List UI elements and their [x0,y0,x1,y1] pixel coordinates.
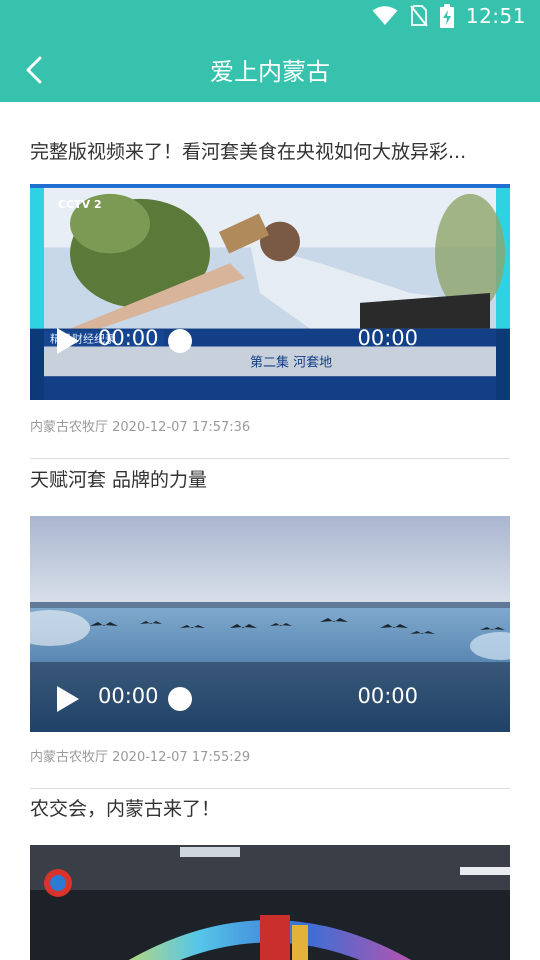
current-time: 00:00 [98,684,159,708]
article-title[interactable]: 完整版视频来了！看河套美食在央视如何大放异彩... [30,134,510,170]
video-controls: 00:00 00:00 [30,662,510,732]
status-bar: 12:51 [0,0,540,36]
article-meta: 内蒙古农牧厅 2020-12-07 17:55:29 [30,750,251,765]
article-item[interactable]: 天赋河套 品牌的力量 00:00 00:00 内蒙古农牧厅 2020-12-07… [30,459,510,789]
battery-charging-icon [439,4,454,28]
play-icon[interactable] [52,684,82,714]
seek-knob[interactable] [168,687,192,711]
video-player[interactable]: 精品财经纪录 第二集 河套地 CCTV 2 00:00 00:00 [30,184,510,402]
status-time: 12:51 [465,4,526,28]
video-player[interactable] [30,845,510,960]
wifi-icon [372,6,398,25]
article-item[interactable]: 完整版视频来了！看河套美食在央视如何大放异彩... 精品财经纪录 第二集 河套地… [30,102,510,459]
status-icons: 12:51 [372,4,526,28]
no-sim-icon [410,5,428,27]
article-meta: 内蒙古农牧厅 2020-12-07 17:57:36 [30,420,251,435]
seek-knob[interactable] [168,329,192,353]
video-thumbnail [30,845,510,960]
article-feed: 完整版视频来了！看河套美食在央视如何大放异彩... 精品财经纪录 第二集 河套地… [30,102,510,960]
video-player[interactable]: 00:00 00:00 [30,516,510,732]
play-icon[interactable] [52,326,82,356]
article-title[interactable]: 天赋河套 品牌的力量 [30,462,510,498]
app-header: 12:51 爱上内蒙古 [0,0,540,102]
article-title[interactable]: 农交会，内蒙古来了！ [30,791,510,827]
page-title: 爱上内蒙古 [210,58,330,86]
channel-logo: CCTV 2 [58,198,102,211]
duration-time: 00:00 [357,684,418,708]
video-controls: 00:00 00:00 [30,322,510,368]
article-item[interactable]: 农交会，内蒙古来了！ [30,789,510,960]
duration-time: 00:00 [357,326,418,350]
current-time: 00:00 [98,326,159,350]
